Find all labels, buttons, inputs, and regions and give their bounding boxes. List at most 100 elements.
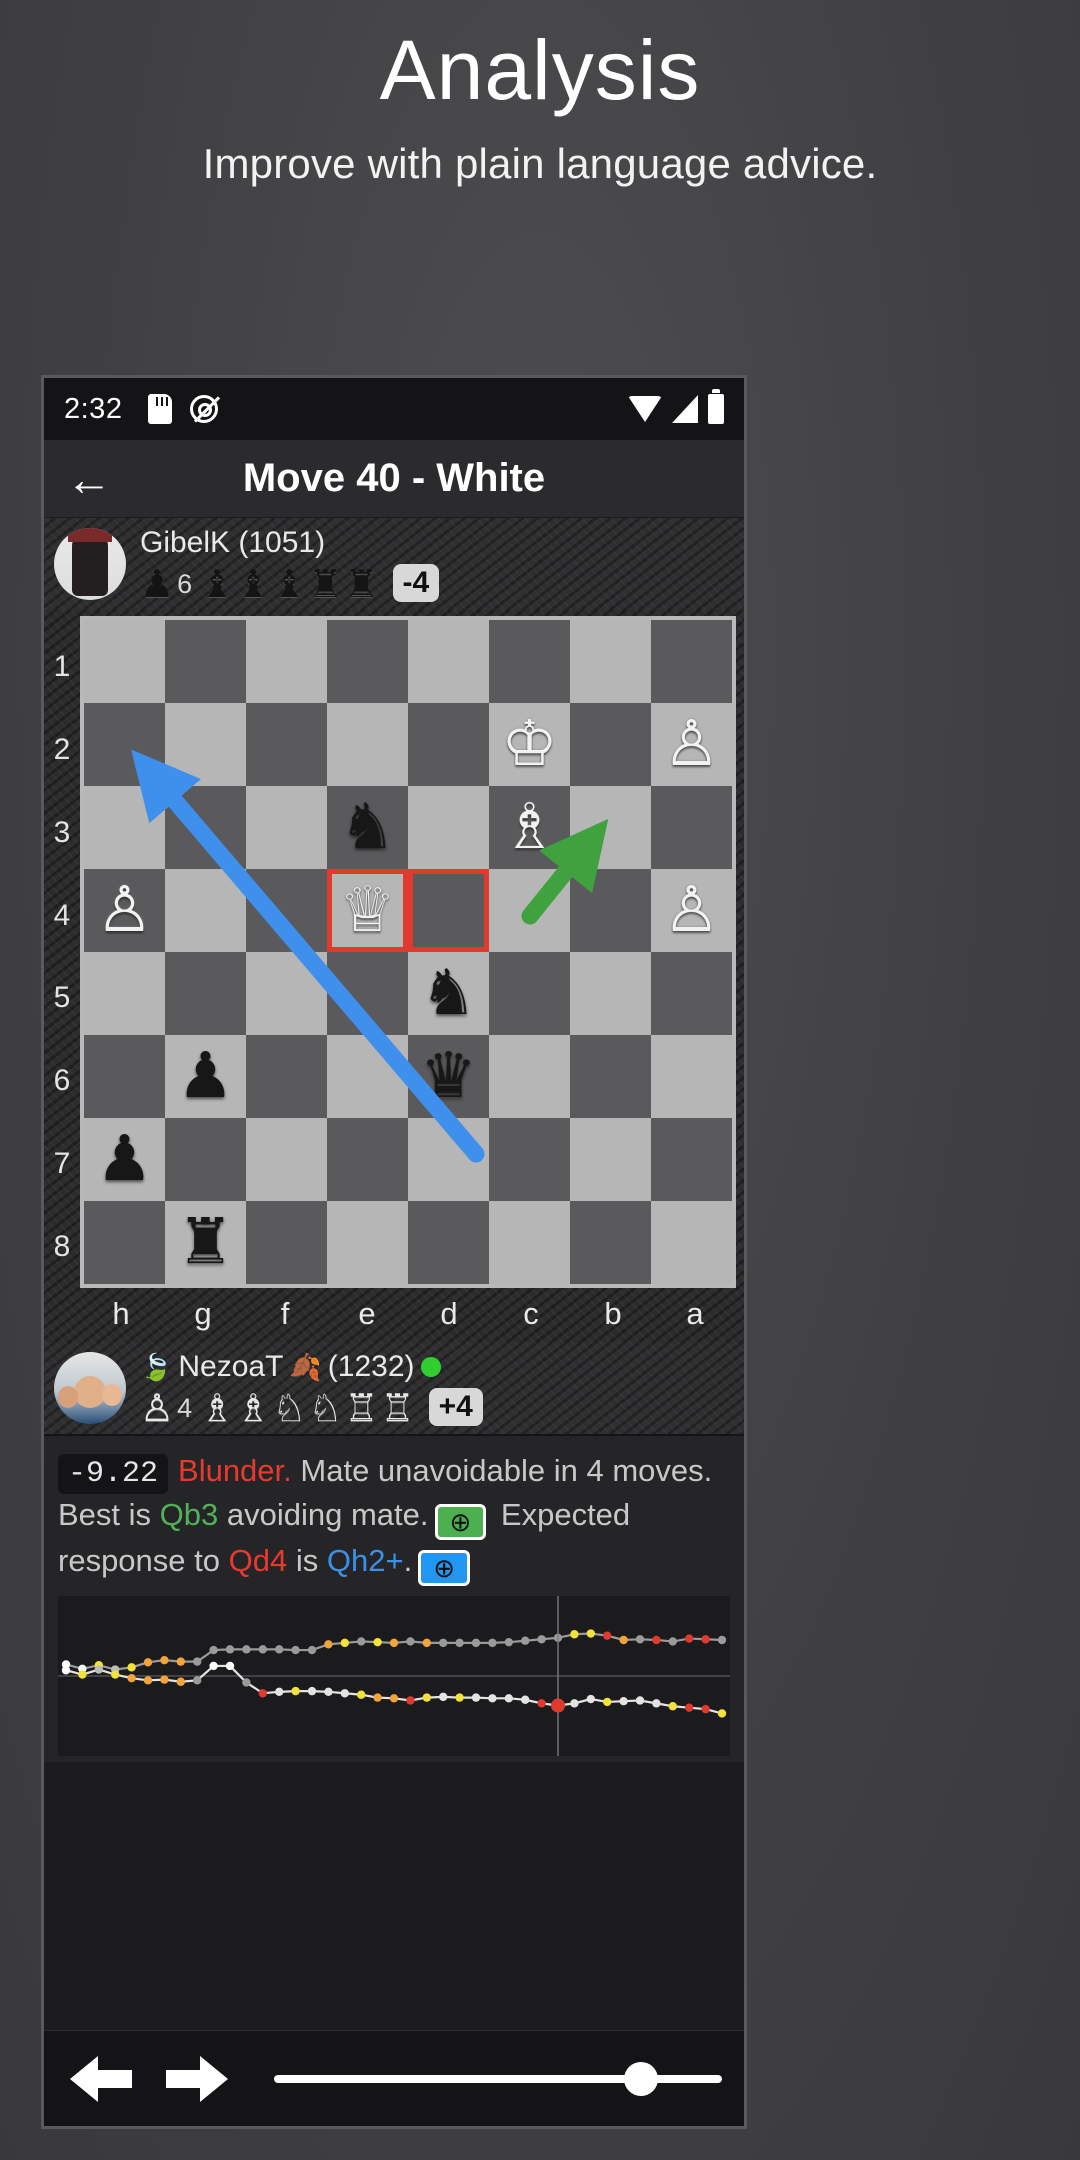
board-square[interactable] — [246, 703, 327, 786]
board-square[interactable] — [651, 1118, 732, 1201]
chess-piece[interactable]: ♛ — [408, 1035, 489, 1118]
board-square[interactable] — [327, 1118, 408, 1201]
board-square[interactable]: ♙ — [651, 703, 732, 786]
chart-point — [225, 1661, 235, 1671]
board-square[interactable] — [570, 1035, 651, 1118]
chess-piece[interactable]: ♙ — [84, 869, 165, 952]
board-square[interactable] — [408, 786, 489, 869]
chess-piece[interactable]: ♜ — [165, 1201, 246, 1284]
board-square[interactable] — [408, 620, 489, 703]
board-square[interactable]: ♕ — [327, 869, 408, 952]
board-square[interactable] — [327, 703, 408, 786]
chess-piece[interactable]: ♗ — [489, 786, 570, 869]
board-square[interactable] — [165, 703, 246, 786]
board-square[interactable] — [489, 869, 570, 952]
rank-labels: 1 2 3 4 5 6 7 8 — [44, 616, 80, 1288]
board-square[interactable]: ♙ — [651, 869, 732, 952]
rank-label: 4 — [53, 898, 71, 932]
board-square[interactable] — [651, 1035, 732, 1118]
chess-piece[interactable]: ♙ — [651, 869, 732, 952]
chess-piece[interactable]: ♟ — [165, 1035, 246, 1118]
board-square[interactable] — [489, 1201, 570, 1284]
board-square[interactable] — [570, 620, 651, 703]
board-square[interactable] — [570, 703, 651, 786]
board-square[interactable]: ♙ — [84, 869, 165, 952]
board-square[interactable] — [327, 1035, 408, 1118]
chess-piece[interactable]: ♟ — [84, 1118, 165, 1201]
chess-board[interactable]: ♔ ♙ ♞ ♗ ♙ ♕ ♙ ♞ ♟ ♛ ♟ ♜ — [80, 616, 736, 1288]
chess-piece[interactable]: ♔ — [489, 703, 570, 786]
previous-move-button[interactable] — [66, 2051, 136, 2107]
board-square[interactable] — [570, 786, 651, 869]
board-square[interactable] — [246, 1118, 327, 1201]
next-move-button[interactable] — [162, 2051, 232, 2107]
board-square[interactable] — [84, 952, 165, 1035]
avatar[interactable] — [54, 1352, 126, 1424]
board-square[interactable] — [84, 786, 165, 869]
board-square[interactable] — [246, 1201, 327, 1284]
board-square[interactable] — [327, 620, 408, 703]
back-button[interactable]: ← — [44, 456, 134, 502]
board-square[interactable] — [489, 952, 570, 1035]
board-square[interactable]: ♟ — [165, 1035, 246, 1118]
board-square[interactable] — [165, 620, 246, 703]
board-square[interactable] — [84, 703, 165, 786]
avatar[interactable] — [54, 528, 126, 600]
board-square[interactable] — [570, 952, 651, 1035]
file-label: d — [440, 1296, 458, 1331]
board-square[interactable]: ♛ — [408, 1035, 489, 1118]
board-square[interactable] — [84, 620, 165, 703]
zoom-response-move-icon[interactable]: ⊕ — [418, 1550, 470, 1587]
board-square[interactable] — [570, 869, 651, 952]
chart-point — [471, 1693, 481, 1702]
move-slider-knob[interactable] — [624, 2061, 659, 2096]
board-square[interactable] — [246, 1035, 327, 1118]
board-square[interactable] — [165, 786, 246, 869]
board-square[interactable] — [651, 786, 732, 869]
board-square[interactable]: ♟ — [84, 1118, 165, 1201]
board-square[interactable] — [327, 1201, 408, 1284]
board-square[interactable] — [165, 1118, 246, 1201]
board-square[interactable] — [570, 1201, 651, 1284]
board-square[interactable] — [84, 1035, 165, 1118]
captured-piece: ♖ — [344, 1388, 379, 1430]
chess-piece[interactable]: ♕ — [327, 869, 408, 952]
board-square[interactable] — [489, 620, 570, 703]
chess-piece[interactable]: ♙ — [651, 703, 732, 786]
board-square[interactable] — [408, 1118, 489, 1201]
board-square[interactable] — [84, 1201, 165, 1284]
board-square[interactable]: ♞ — [408, 952, 489, 1035]
board-square[interactable]: ♔ — [489, 703, 570, 786]
promo-header: Analysis Improve with plain language adv… — [0, 0, 1080, 188]
chart-point — [455, 1693, 464, 1702]
analysis-line1: Mate unavoidable in 4 moves. — [291, 1453, 713, 1488]
app-bar: ← Move 40 - White — [44, 440, 744, 518]
player-strip-bottom[interactable]: 🍃 NezoaT 🍂 (1232) ♙ 4 ♗ ♗ ♘ ♘ ♖ ♖ +4 — [44, 1342, 744, 1434]
board-square[interactable] — [651, 952, 732, 1035]
board-square[interactable] — [489, 1118, 570, 1201]
board-square[interactable]: ♗ — [489, 786, 570, 869]
board-square[interactable]: ♜ — [165, 1201, 246, 1284]
board-square[interactable] — [570, 1118, 651, 1201]
board-square[interactable] — [165, 952, 246, 1035]
chart-point — [570, 1699, 579, 1708]
move-slider[interactable] — [274, 2051, 722, 2107]
zoom-best-move-icon[interactable]: ⊕ — [434, 1504, 487, 1541]
evaluation-chart[interactable] — [58, 1596, 730, 1757]
board-square[interactable] — [246, 786, 327, 869]
board-square[interactable] — [651, 1201, 732, 1284]
chess-piece[interactable]: ♞ — [327, 786, 408, 869]
board-square[interactable] — [165, 869, 246, 952]
board-square[interactable] — [408, 703, 489, 786]
board-square[interactable] — [246, 952, 327, 1035]
board-square[interactable]: ♞ — [327, 786, 408, 869]
board-square[interactable] — [246, 620, 327, 703]
board-square[interactable] — [246, 869, 327, 952]
board-square[interactable] — [408, 1201, 489, 1284]
chess-piece[interactable]: ♞ — [408, 952, 489, 1035]
player-strip-top[interactable]: GibelK (1051) ♟ 6 ♝ ♝ ♝ ♜ ♜ -4 — [44, 518, 744, 610]
board-square[interactable] — [489, 1035, 570, 1118]
board-square[interactable] — [651, 620, 732, 703]
board-square[interactable] — [408, 869, 489, 952]
board-square[interactable] — [327, 952, 408, 1035]
